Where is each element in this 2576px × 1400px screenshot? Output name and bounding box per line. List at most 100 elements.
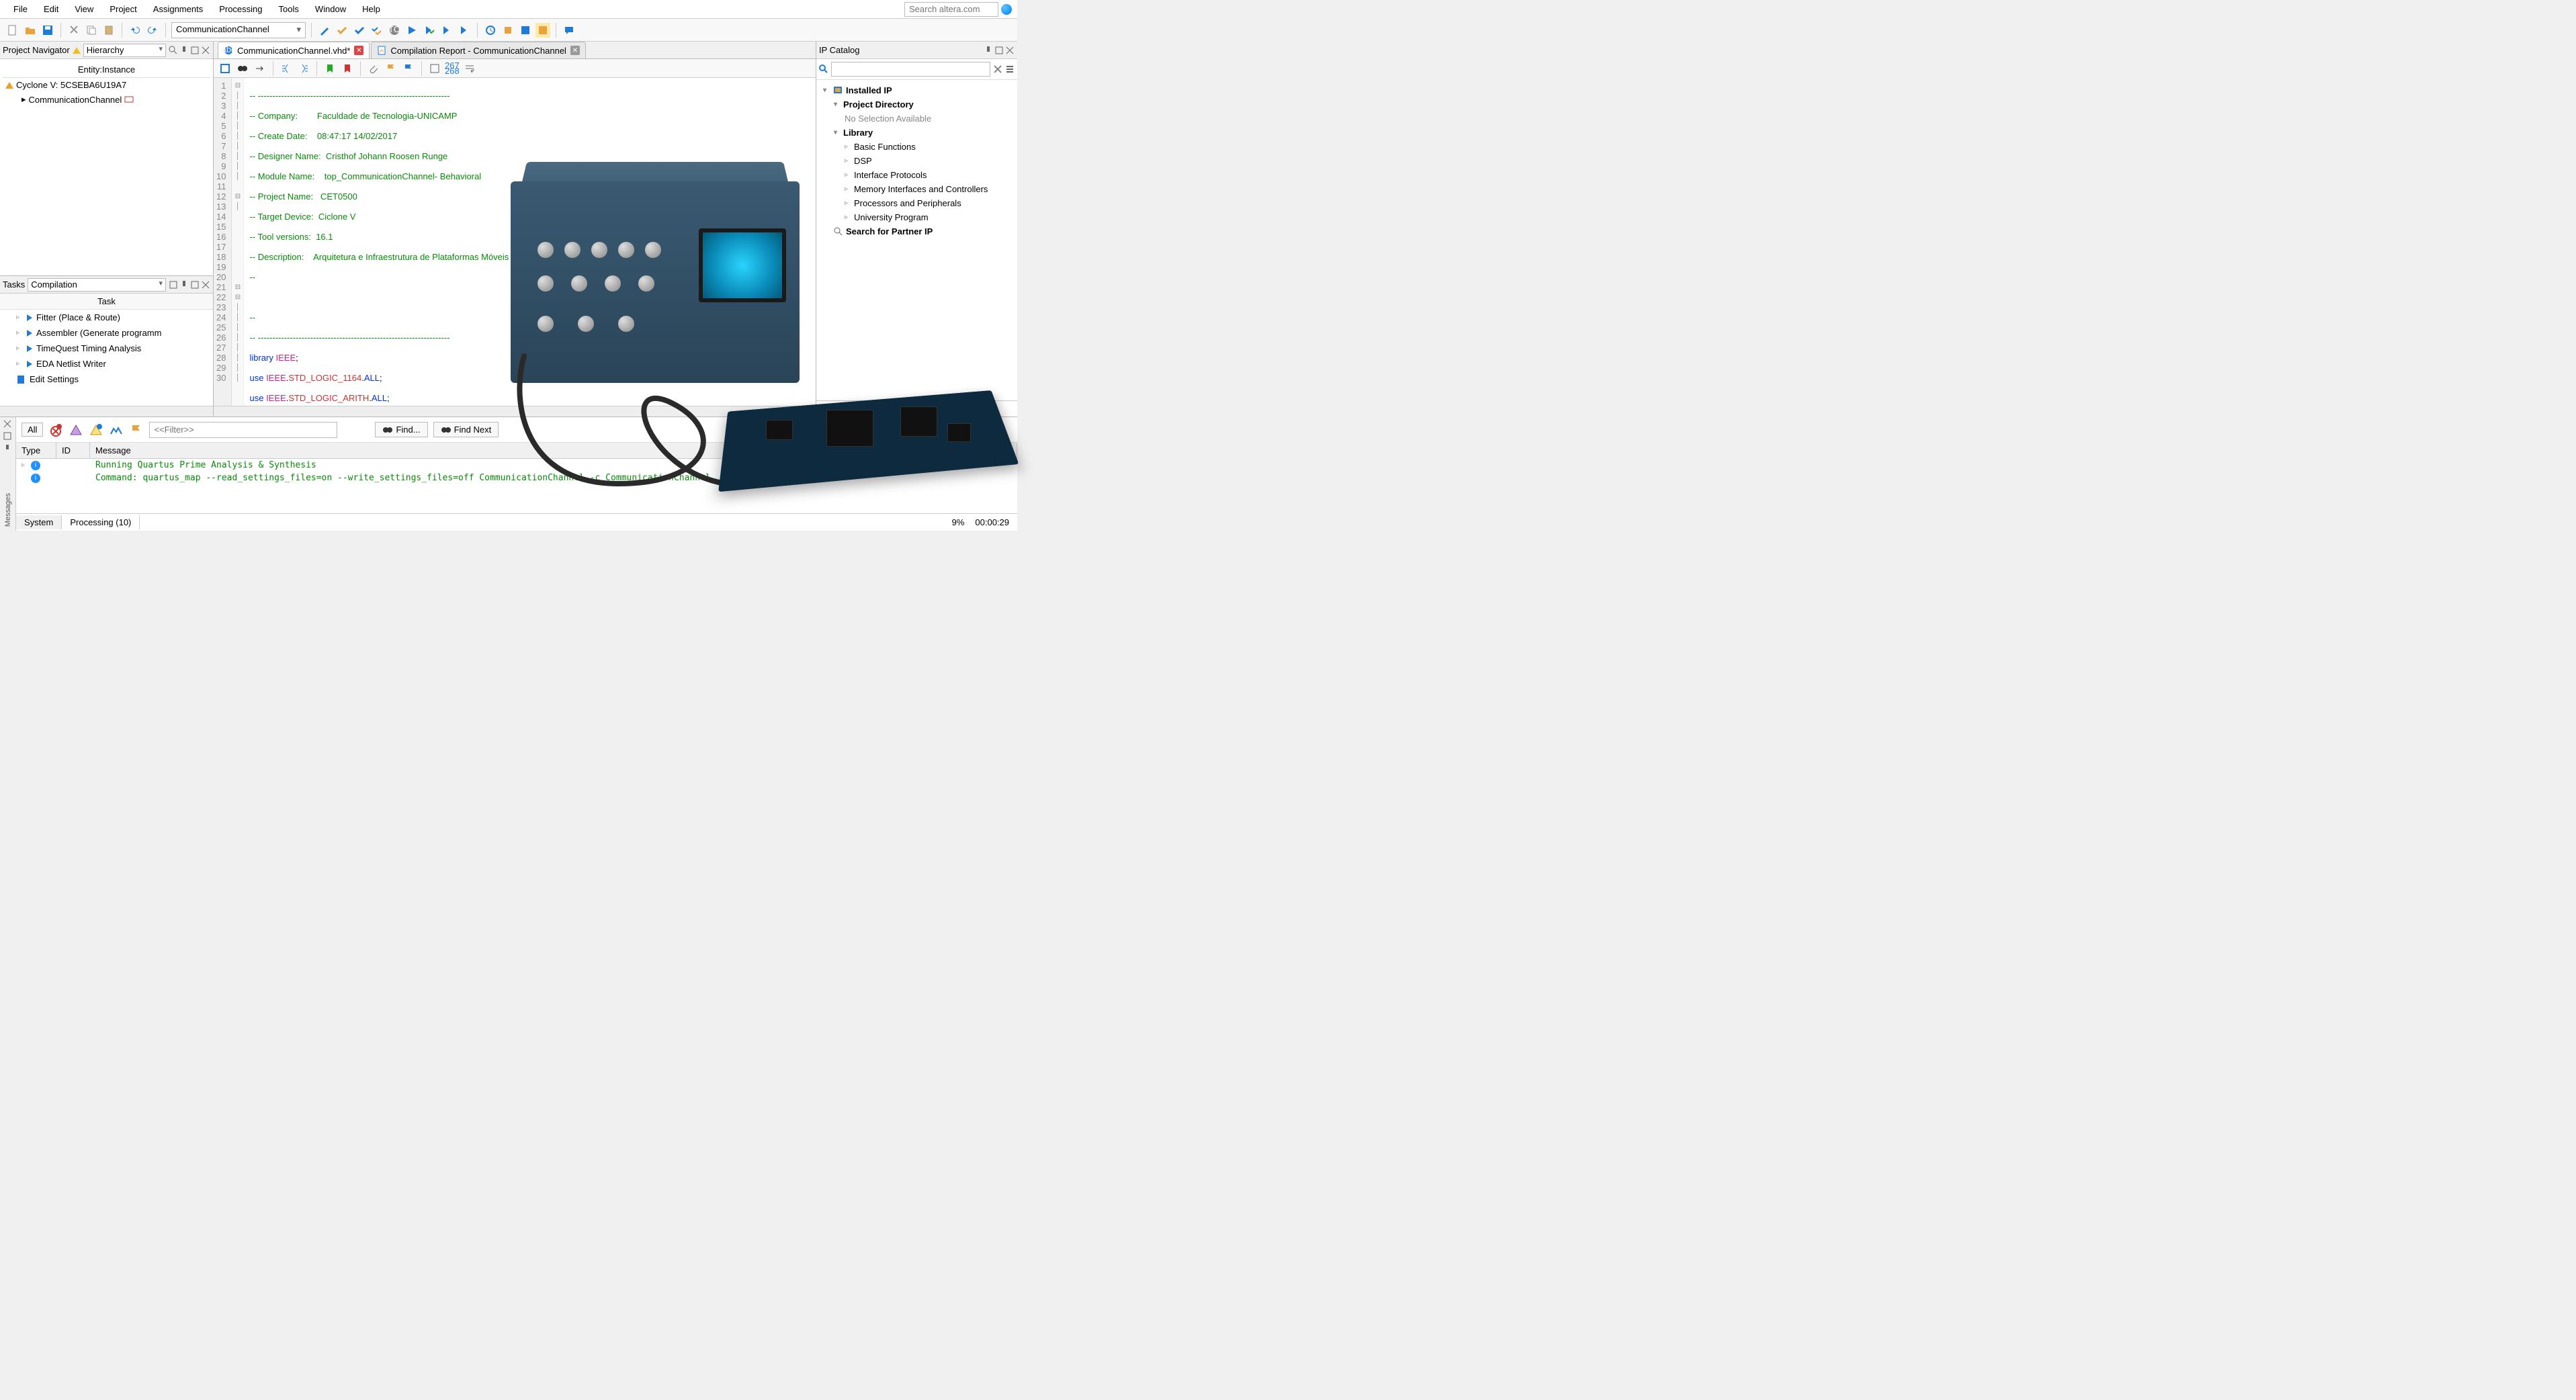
messages-table[interactable]: Type ID Message ▹i Running Quartus Prime… (16, 443, 1017, 513)
lib-dsp[interactable]: ▹DSP (819, 154, 1015, 168)
library-node[interactable]: ▾Library (819, 126, 1015, 140)
ip-add-button[interactable]: + Add... (816, 400, 1017, 417)
top-entity-node[interactable]: ▸ CommunicationChannel (3, 92, 210, 107)
menu-assignments[interactable]: Assignments (145, 1, 211, 17)
tab-vhd-file[interactable]: abc CommunicationChannel.vhd* ✕ (218, 42, 370, 58)
chip-icon[interactable] (501, 23, 515, 38)
installed-ip-node[interactable]: ▾Installed IP (819, 83, 1015, 97)
paste-icon[interactable] (101, 23, 116, 38)
check-multi-icon[interactable] (370, 23, 384, 38)
system-tab[interactable]: System (16, 515, 62, 529)
clock-icon[interactable] (483, 23, 498, 38)
warning-filter-icon[interactable] (89, 423, 103, 437)
menu-window[interactable]: Window (307, 1, 354, 17)
menu-project[interactable]: Project (101, 1, 144, 17)
tasks-pin-icon[interactable] (179, 280, 189, 290)
tasks-hscroll[interactable] (0, 406, 213, 417)
messages-filter-input[interactable] (149, 422, 337, 438)
ip-search-input[interactable] (831, 62, 990, 77)
ip-pin-icon[interactable] (984, 46, 993, 55)
task-edit-settings[interactable]: Edit Settings (0, 371, 213, 387)
indent-icon[interactable] (296, 61, 311, 76)
task-timequest[interactable]: ▹TimeQuest Timing Analysis (0, 341, 213, 356)
book-icon[interactable] (518, 23, 533, 38)
lib-processors[interactable]: ▹Processors and Peripherals (819, 196, 1015, 210)
flag-filter-icon[interactable] (129, 423, 144, 437)
run-icon[interactable] (404, 23, 419, 38)
open-folder-icon[interactable] (23, 23, 38, 38)
messages-close-strip-icon[interactable] (3, 420, 13, 429)
binoculars-icon[interactable] (235, 61, 250, 76)
run-gate-icon[interactable] (457, 23, 472, 38)
menu-processing[interactable]: Processing (211, 1, 270, 17)
fold-gutter[interactable]: ⊟│││││││││⊟│⊟⊟││││││││ (232, 78, 244, 406)
lib-basic-functions[interactable]: ▹Basic Functions (819, 140, 1015, 154)
search-partner-ip[interactable]: Search for Partner IP (819, 224, 1015, 238)
run-tool-icon[interactable] (439, 23, 454, 38)
task-eda-netlist[interactable]: ▹EDA Netlist Writer (0, 356, 213, 371)
cut-icon[interactable] (67, 23, 81, 38)
outdent-icon[interactable] (279, 61, 294, 76)
tab-compilation-report[interactable]: Compilation Report - CommunicationChanne… (371, 42, 586, 58)
tasks-combo[interactable]: Compilation (28, 278, 166, 292)
message-row[interactable]: i Command: quartus_map --read_settings_f… (16, 472, 1017, 484)
search-mini-icon[interactable] (169, 46, 178, 55)
close-tab-icon[interactable]: ✕ (354, 46, 363, 55)
run-check-icon[interactable] (422, 23, 437, 38)
messages-all-button[interactable]: All (22, 423, 43, 437)
toggle-view-icon[interactable] (427, 61, 442, 76)
nav-icon[interactable] (218, 61, 232, 76)
undo-icon[interactable] (128, 23, 142, 38)
task-fitter[interactable]: ▹Fitter (Place & Route) (0, 310, 213, 325)
menu-edit[interactable]: Edit (36, 1, 67, 17)
bookmark-green-icon[interactable] (323, 61, 337, 76)
redo-icon[interactable] (145, 23, 160, 38)
flag2-icon[interactable] (401, 61, 416, 76)
task-assembler[interactable]: ▹Assembler (Generate programm (0, 325, 213, 341)
project-selector[interactable]: CommunicationChannel (171, 22, 306, 38)
message-row[interactable]: ▹i Running Quartus Prime Analysis & Synt… (16, 459, 1017, 472)
save-icon[interactable] (40, 23, 55, 38)
goto-icon[interactable] (253, 61, 267, 76)
new-file-icon[interactable] (5, 23, 20, 38)
attach-icon[interactable] (366, 61, 381, 76)
code-editor[interactable]: 1234567891011121314151617181920212223242… (214, 78, 816, 406)
menu-tools[interactable]: Tools (271, 1, 307, 17)
find-button[interactable]: Find... (375, 422, 427, 437)
lib-interface-protocols[interactable]: ▹Interface Protocols (819, 168, 1015, 182)
restore-panel-icon[interactable] (190, 46, 200, 55)
error-filter-icon[interactable] (48, 423, 63, 437)
wand-icon[interactable] (317, 23, 332, 38)
messages-restore-strip-icon[interactable] (3, 432, 13, 441)
critical-filter-icon[interactable] (69, 423, 83, 437)
globe-icon[interactable] (1001, 4, 1012, 15)
hierarchy-combo[interactable]: Hierarchy (83, 44, 166, 57)
stop-icon[interactable]: STOP (387, 23, 402, 38)
tasks-close-icon[interactable] (201, 280, 210, 290)
copy-icon[interactable] (84, 23, 99, 38)
ip-menu-icon[interactable] (1005, 64, 1015, 74)
processing-tab[interactable]: Processing (10) (62, 515, 140, 529)
ip-close-icon[interactable] (1005, 46, 1015, 55)
tasks-list[interactable]: Task ▹Fitter (Place & Route) ▹Assembler … (0, 294, 213, 406)
flag-icon[interactable] (384, 61, 398, 76)
chat-icon[interactable] (562, 23, 576, 38)
bookmark-red-icon[interactable] (340, 61, 355, 76)
ip-restore-icon[interactable] (994, 46, 1004, 55)
lib-memory-interfaces[interactable]: ▹Memory Interfaces and Controllers (819, 182, 1015, 196)
project-navigator-tree[interactable]: Entity:Instance Cyclone V: 5CSEBA6U19A7 … (0, 59, 213, 275)
device-node[interactable]: Cyclone V: 5CSEBA6U19A7 (3, 78, 210, 92)
close-panel-icon[interactable] (201, 46, 210, 55)
search-altera-input[interactable] (904, 2, 998, 17)
editor-hscroll[interactable] (214, 406, 816, 417)
wrap-icon[interactable] (462, 61, 477, 76)
close-tab-icon[interactable]: ✕ (570, 46, 580, 55)
pin-icon[interactable] (179, 46, 189, 55)
project-directory-node[interactable]: ▾Project Directory (819, 97, 1015, 112)
menu-file[interactable]: File (5, 1, 36, 17)
find-next-button[interactable]: Find Next (433, 422, 499, 437)
check-orange-icon[interactable] (335, 23, 349, 38)
code-area[interactable]: -- -------------------------------------… (244, 78, 816, 406)
check-blue-icon[interactable] (352, 23, 367, 38)
tasks-restore-icon[interactable] (190, 280, 200, 290)
